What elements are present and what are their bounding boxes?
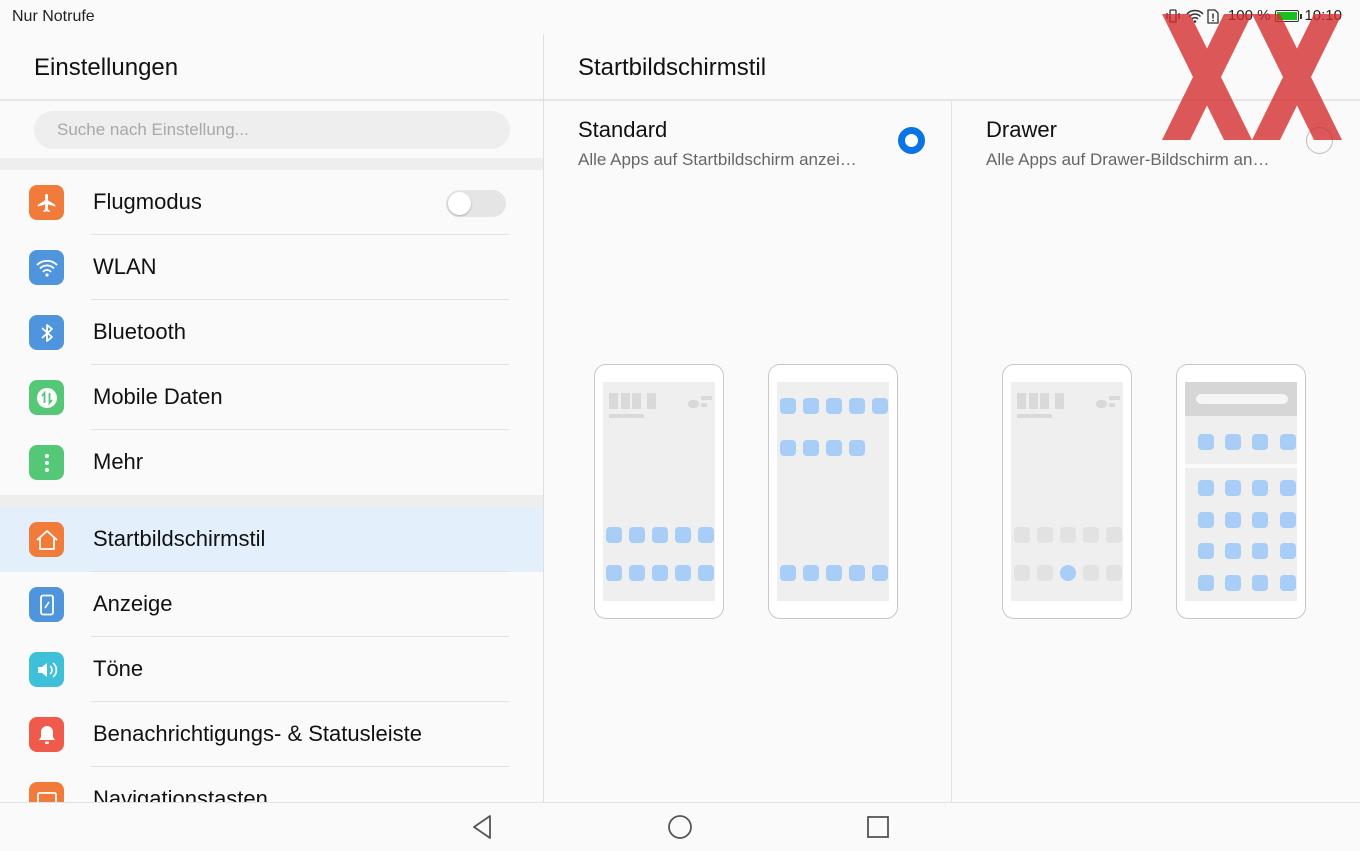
preview-screen [777, 382, 889, 601]
preview-phone-apps [768, 364, 898, 619]
app-drawer-icon [1060, 565, 1076, 581]
wifi-icon [29, 250, 64, 285]
status-bar: Nur Notrufe 100 % 10:10 [0, 0, 1360, 34]
back-icon [473, 815, 491, 839]
battery-icon [1275, 9, 1303, 22]
option-title: Standard [578, 117, 668, 142]
option-subtitle: Alle Apps auf Startbildschirm anzei… [578, 150, 857, 169]
settings-panel: Einstellungen Flugmodus WLAN Bluetooth M… [0, 34, 544, 802]
preview-phone-home [594, 364, 724, 619]
battery-percent: 100 % [1227, 7, 1271, 24]
airplane-mode-toggle[interactable] [446, 190, 506, 217]
display-icon [29, 587, 64, 622]
wifi-status-icon [1186, 9, 1204, 23]
settings-item-mobile-daten[interactable]: Mobile Daten [0, 365, 543, 430]
navigation-bar [0, 802, 1360, 851]
option-subtitle: Alle Apps auf Drawer-Bildschirm an… [986, 150, 1270, 169]
settings-item-label: Bluetooth [93, 319, 186, 344]
settings-item-mehr[interactable]: Mehr [0, 430, 543, 495]
preview-screen [1185, 382, 1297, 601]
settings-item-label: Mehr [93, 449, 144, 474]
settings-item-benachrichtigungen[interactable]: Benachrichtigungs- & Statusleiste [0, 702, 543, 767]
more-icon [29, 445, 64, 480]
settings-item-label: Anzeige [93, 591, 173, 616]
detail-panel: Startbildschirmstil Standard Alle Apps a… [544, 34, 1360, 802]
sound-icon [29, 652, 64, 687]
sim-alert-icon [1207, 8, 1223, 24]
settings-item-label: WLAN [93, 254, 157, 279]
page-title: Einstellungen [34, 54, 179, 81]
section-spacer [0, 495, 543, 507]
settings-item-anzeige[interactable]: Anzeige [0, 572, 543, 637]
search-input[interactable] [34, 111, 510, 149]
carrier-label: Nur Notrufe [12, 8, 95, 25]
option-standard[interactable]: Standard Alle Apps auf Startbildschirm a… [544, 101, 951, 802]
settings-item-label: Benachrichtigungs- & Statusleiste [93, 721, 422, 746]
drawer-radio[interactable] [1306, 127, 1333, 154]
home-circle-icon [668, 815, 692, 839]
option-title: Drawer [986, 117, 1057, 142]
standard-radio[interactable] [898, 127, 925, 154]
bluetooth-icon [29, 315, 64, 350]
settings-item-navigationstasten[interactable]: Navigationstasten [0, 767, 543, 802]
recents-button[interactable] [864, 813, 892, 841]
option-drawer[interactable]: Drawer Alle Apps auf Drawer-Bildschirm a… [952, 101, 1359, 802]
settings-item-wlan[interactable]: WLAN [0, 235, 543, 300]
settings-item-label: Mobile Daten [93, 384, 223, 409]
search-box[interactable] [34, 111, 510, 149]
settings-item-toene[interactable]: Töne [0, 637, 543, 702]
vibrate-icon [1165, 8, 1181, 23]
settings-item-label: Flugmodus [93, 189, 202, 214]
back-button[interactable] [468, 813, 496, 841]
settings-item-label: Startbildschirmstil [93, 526, 266, 551]
settings-item-startbildschirmstil[interactable]: Startbildschirmstil [0, 507, 543, 572]
preview-phone-home [1002, 364, 1132, 619]
section-spacer [0, 158, 543, 170]
settings-item-label: Töne [93, 656, 144, 681]
settings-item-bluetooth[interactable]: Bluetooth [0, 300, 543, 365]
home-icon [29, 522, 64, 557]
settings-item-label: Navigationstasten [93, 786, 268, 802]
preview-screen [603, 382, 715, 601]
status-icons: 100 % 10:10 [1165, 7, 1342, 24]
airplane-icon [29, 185, 64, 220]
clock: 10:10 [1304, 7, 1342, 24]
preview-phone-drawer [1176, 364, 1306, 619]
bell-icon [29, 717, 64, 752]
title-divider [0, 99, 543, 101]
detail-title: Startbildschirmstil [578, 54, 767, 81]
home-button[interactable] [666, 813, 694, 841]
preview-screen [1011, 382, 1123, 601]
navigation-keys-icon [29, 782, 64, 802]
recents-icon [867, 816, 889, 838]
mobile-data-icon [29, 380, 64, 415]
settings-item-flugmodus[interactable]: Flugmodus [0, 170, 543, 235]
